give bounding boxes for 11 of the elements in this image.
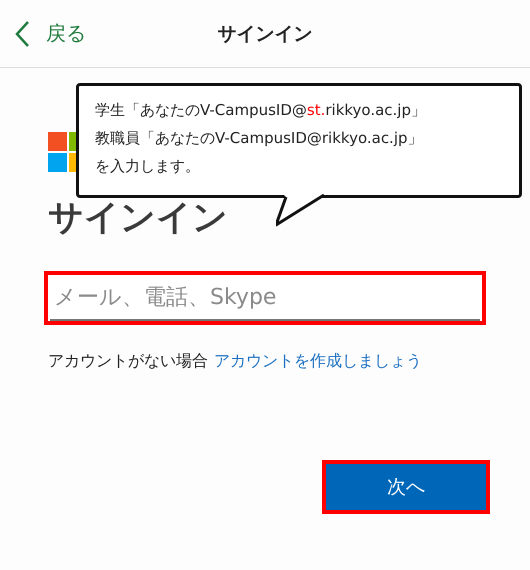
chevron-left-icon xyxy=(14,20,30,48)
page-title: サインイン xyxy=(218,22,312,44)
no-account-text: アカウントがない場合 xyxy=(48,351,208,372)
next-button[interactable]: 次へ xyxy=(326,464,486,510)
callout-text: 学生「あなたのV-CampusID@st.rikkyo.ac.jp」 xyxy=(95,100,427,121)
back-button[interactable]: 戻る xyxy=(14,20,86,48)
email-field[interactable]: メール、電話、Skype xyxy=(44,271,486,325)
create-account-link[interactable]: アカウントを作成しましょう xyxy=(214,351,422,372)
sign-in-heading: サインイン xyxy=(48,198,228,238)
callout-text: 教職員「あなたのV-CampusID@rikkyo.ac.jp」 xyxy=(95,128,424,149)
callout-text: を入力します。 xyxy=(95,156,201,177)
